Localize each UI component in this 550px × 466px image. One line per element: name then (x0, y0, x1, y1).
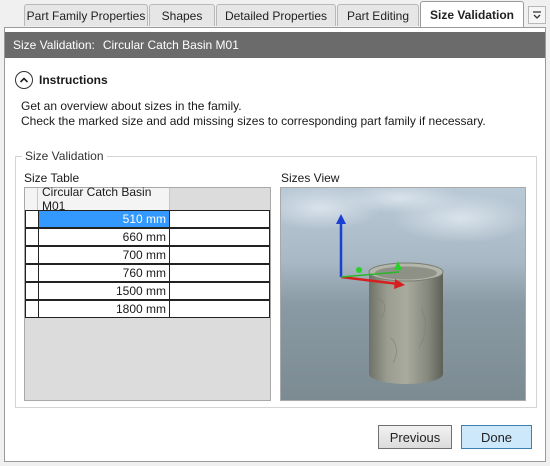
family-name: Circular Catch Basin M01 (102, 38, 239, 52)
column-header[interactable]: Circular Catch Basin M01 (38, 185, 170, 213)
header-label: Size Validation: (13, 38, 95, 52)
done-button[interactable]: Done (461, 425, 532, 449)
row-header[interactable] (25, 210, 38, 228)
table-row[interactable]: 1800 mm (25, 300, 270, 318)
chevron-down-icon (533, 11, 541, 19)
instructions-text: Get an overview about sizes in the famil… (21, 99, 486, 129)
collapse-instructions-button[interactable] (15, 71, 33, 89)
size-cell[interactable]: 1500 mm (38, 282, 170, 300)
row-header[interactable] (25, 246, 38, 264)
instructions-line-1: Get an overview about sizes in the famil… (21, 99, 242, 113)
table-header: Circular Catch Basin M01 (25, 185, 270, 213)
row-header[interactable] (25, 264, 38, 282)
row-filler (170, 246, 270, 264)
row-filler (170, 210, 270, 228)
table-row[interactable]: 510 mm (25, 210, 270, 228)
instructions-header[interactable]: Instructions (15, 71, 108, 89)
row-filler (170, 300, 270, 318)
table-row[interactable]: 700 mm (25, 246, 270, 264)
row-filler (170, 282, 270, 300)
sizes-view-label: Sizes View (281, 171, 340, 185)
size-validation-panel: Size Validation: Circular Catch Basin M0… (4, 27, 546, 462)
sizes-3d-view[interactable] (280, 187, 526, 401)
table-row[interactable]: 660 mm (25, 228, 270, 246)
tab-part-family-properties[interactable]: Part Family Properties (24, 4, 148, 26)
size-cell[interactable]: 700 mm (38, 246, 170, 264)
group-title: Size Validation (22, 149, 107, 163)
tab-size-validation[interactable]: Size Validation (420, 1, 524, 27)
size-cell[interactable]: 760 mm (38, 264, 170, 282)
3d-viewport[interactable] (281, 188, 525, 400)
table-row[interactable]: 760 mm (25, 264, 270, 282)
tab-part-editing[interactable]: Part Editing (337, 4, 419, 26)
size-table-label: Size Table (24, 171, 80, 185)
tab-bar: Part Family Properties Shapes Detailed P… (0, 0, 550, 28)
row-header[interactable] (25, 282, 38, 300)
table-row[interactable]: 1500 mm (25, 282, 270, 300)
size-cell[interactable]: 660 mm (38, 228, 170, 246)
tab-shapes[interactable]: Shapes (149, 4, 215, 26)
row-header[interactable] (25, 300, 38, 318)
size-cell[interactable]: 510 mm (38, 210, 170, 228)
size-table: Circular Catch Basin M01 510 mm 660 mm 7… (24, 185, 271, 401)
instructions-title: Instructions (39, 73, 108, 87)
table-corner[interactable] (25, 188, 38, 210)
chevron-up-icon (19, 77, 29, 83)
header-bar: Size Validation: Circular Catch Basin M0… (5, 32, 545, 58)
tab-detailed-properties[interactable]: Detailed Properties (216, 4, 336, 26)
row-filler (170, 264, 270, 282)
tab-overflow-button[interactable] (528, 6, 546, 24)
y-handle (356, 267, 362, 273)
size-cell[interactable]: 1800 mm (38, 300, 170, 318)
row-header[interactable] (25, 228, 38, 246)
previous-button[interactable]: Previous (378, 425, 452, 449)
instructions-line-2: Check the marked size and add missing si… (21, 114, 486, 128)
row-filler (170, 228, 270, 246)
